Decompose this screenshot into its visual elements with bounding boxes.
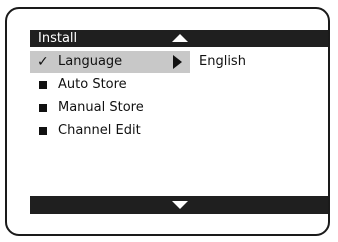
- menu-item-label: Channel Edit: [58, 123, 141, 138]
- menu-item-manual-store[interactable]: Manual Store: [30, 97, 190, 119]
- square-bullet-icon: [39, 81, 47, 89]
- language-value[interactable]: English: [199, 51, 246, 73]
- square-bullet-icon: [39, 127, 47, 135]
- menu-item-label: Language: [58, 54, 123, 69]
- menu-title: Install: [38, 31, 78, 46]
- submenu-arrow-icon[interactable]: [173, 55, 182, 69]
- scroll-up-icon[interactable]: [172, 34, 188, 42]
- square-bullet-icon: [39, 104, 47, 112]
- header-bar: Install: [30, 30, 328, 47]
- check-icon: ✓: [37, 54, 49, 70]
- footer-bar: [30, 196, 328, 214]
- menu-item-auto-store[interactable]: Auto Store: [30, 74, 190, 96]
- menu-item-channel-edit[interactable]: Channel Edit: [30, 120, 190, 142]
- menu-item-label: Manual Store: [58, 100, 144, 115]
- menu-item-label: Auto Store: [58, 77, 127, 92]
- menu-item-language[interactable]: ✓ Language: [30, 51, 190, 73]
- scroll-down-icon[interactable]: [172, 201, 188, 209]
